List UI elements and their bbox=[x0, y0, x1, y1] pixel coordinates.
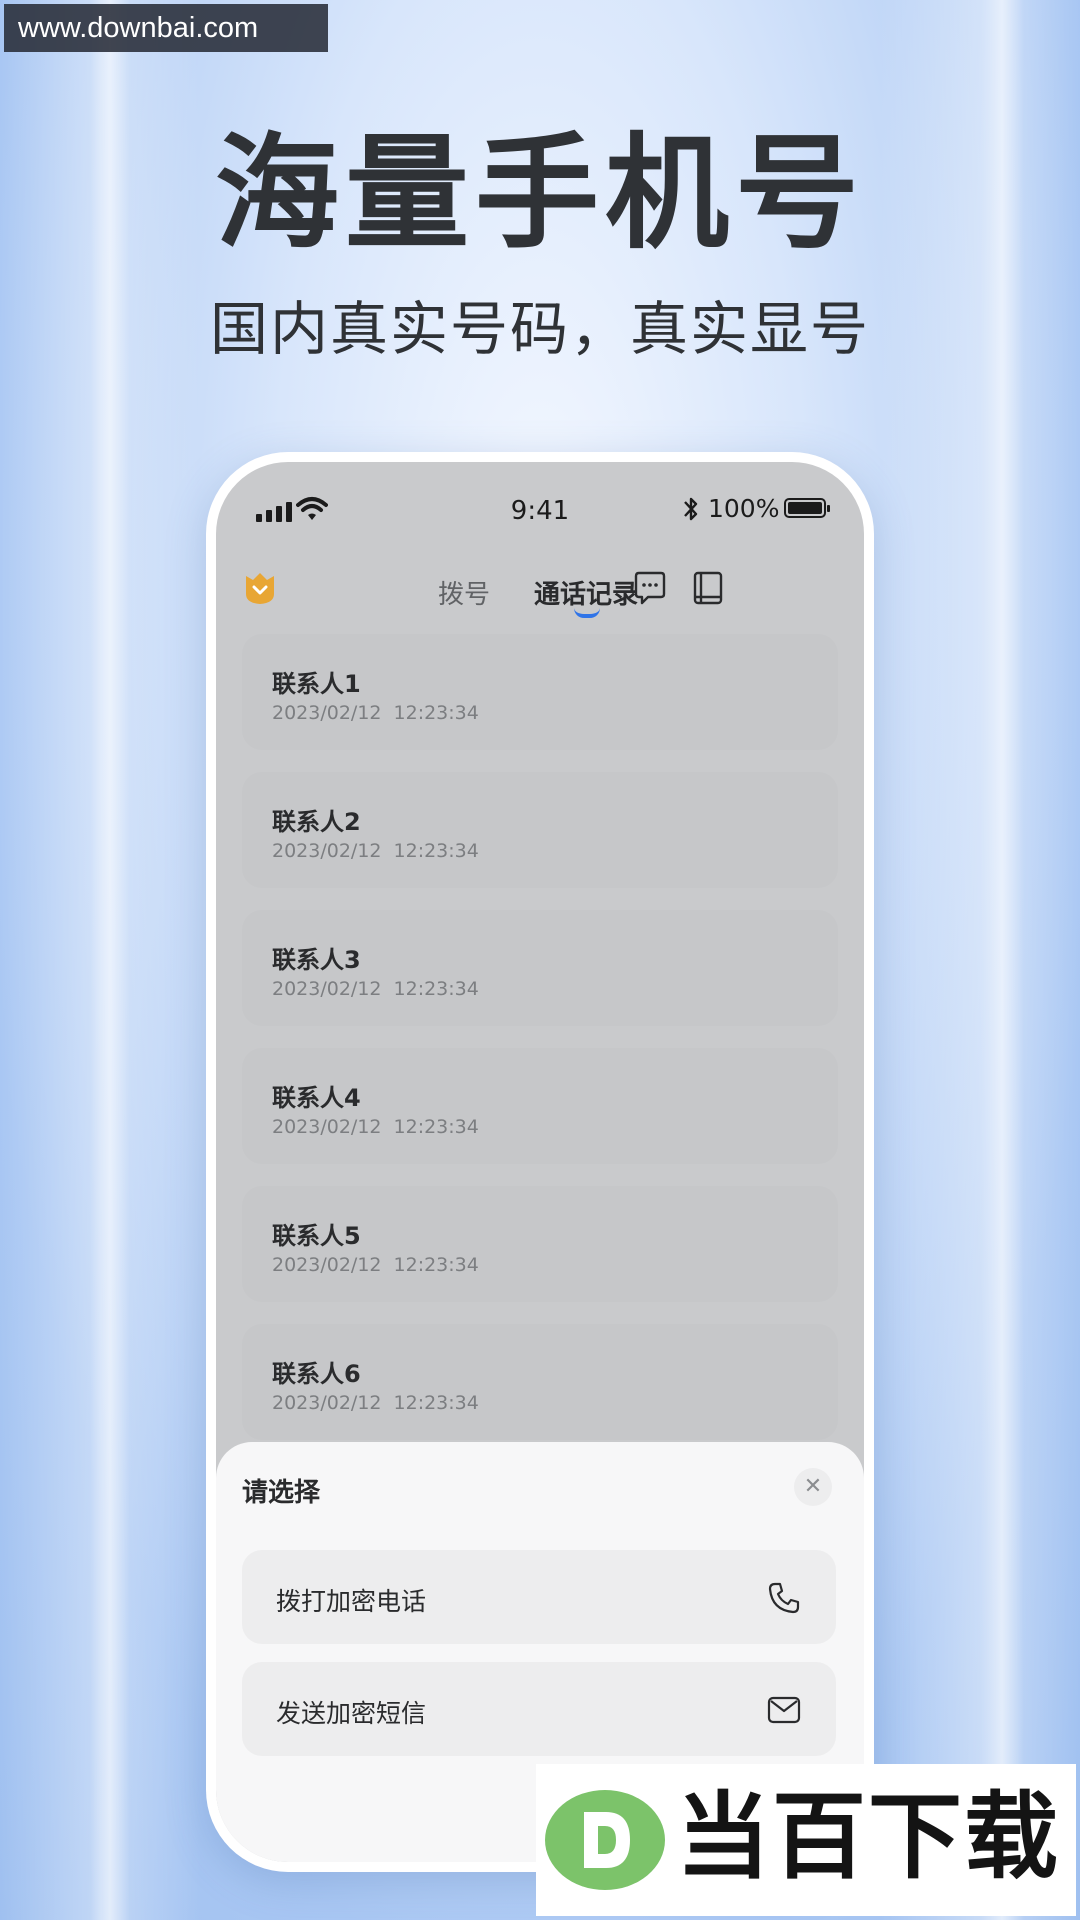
top-nav: 拨号 通话记录 bbox=[216, 562, 864, 642]
contact-name: 联系人2 bbox=[272, 808, 361, 836]
list-item[interactable]: 联系人6 2023/02/12 12:23:34 bbox=[242, 1324, 838, 1440]
call-timestamp: 2023/02/12 12:23:34 bbox=[272, 1116, 479, 1138]
battery-percent: 100% bbox=[708, 494, 780, 523]
option-label: 发送加密短信 bbox=[276, 1699, 427, 1728]
call-time: 12:23:34 bbox=[393, 1392, 479, 1414]
sheet-title: 请选择 bbox=[242, 1478, 321, 1508]
close-icon[interactable]: ✕ bbox=[794, 1468, 832, 1506]
headline: 海量手机号 bbox=[214, 122, 865, 266]
brand-name: 当百下载 bbox=[676, 1783, 1061, 1892]
call-timestamp: 2023/02/12 12:23:34 bbox=[272, 840, 479, 862]
shield-badge-icon[interactable] bbox=[242, 570, 278, 606]
call-date: 2023/02/12 bbox=[272, 840, 382, 862]
bluetooth-icon bbox=[684, 497, 698, 521]
call-timestamp: 2023/02/12 12:23:34 bbox=[272, 978, 479, 1000]
call-time: 12:23:34 bbox=[393, 978, 479, 1000]
call-date: 2023/02/12 bbox=[272, 1254, 382, 1276]
phone-icon bbox=[768, 1582, 800, 1614]
watermark-url: www.downbai.com bbox=[4, 4, 328, 52]
list-item[interactable]: 联系人2 2023/02/12 12:23:34 bbox=[242, 772, 838, 888]
list-item[interactable]: 联系人5 2023/02/12 12:23:34 bbox=[242, 1186, 838, 1302]
call-date: 2023/02/12 bbox=[272, 1116, 382, 1138]
subline: 国内真实号码，真实显号 bbox=[209, 295, 870, 363]
mail-icon bbox=[767, 1696, 801, 1724]
contacts-book-icon[interactable] bbox=[688, 568, 728, 608]
message-icon[interactable] bbox=[630, 568, 670, 608]
call-time: 12:23:34 bbox=[393, 840, 479, 862]
list-item[interactable]: 联系人4 2023/02/12 12:23:34 bbox=[242, 1048, 838, 1164]
call-time: 12:23:34 bbox=[393, 1116, 479, 1138]
tab-call-log[interactable]: 通话记录 bbox=[534, 574, 638, 611]
brand-watermark: 当百下载 bbox=[536, 1764, 1076, 1916]
call-timestamp: 2023/02/12 12:23:34 bbox=[272, 1254, 479, 1276]
call-date: 2023/02/12 bbox=[272, 1392, 382, 1414]
contact-name: 联系人3 bbox=[272, 946, 361, 974]
encrypted-call-option[interactable]: 拨打加密电话 bbox=[242, 1550, 836, 1644]
phone-mockup: 9:41 100% 拨号 通话记录 联系人1 2023/02/12 12:23:… bbox=[206, 452, 874, 1872]
status-bar: 9:41 100% bbox=[216, 462, 864, 542]
contact-name: 联系人1 bbox=[272, 670, 361, 698]
contact-name: 联系人5 bbox=[272, 1222, 361, 1250]
tab-dial[interactable]: 拨号 bbox=[438, 574, 490, 611]
phone-screen: 9:41 100% 拨号 通话记录 联系人1 2023/02/12 12:23:… bbox=[216, 462, 864, 1862]
list-item[interactable]: 联系人1 2023/02/12 12:23:34 bbox=[242, 634, 838, 750]
call-date: 2023/02/12 bbox=[272, 702, 382, 724]
encrypted-sms-option[interactable]: 发送加密短信 bbox=[242, 1662, 836, 1756]
active-tab-indicator bbox=[574, 608, 600, 618]
contact-name: 联系人4 bbox=[272, 1084, 361, 1112]
battery-icon bbox=[784, 498, 830, 518]
option-label: 拨打加密电话 bbox=[276, 1587, 427, 1616]
call-time: 12:23:34 bbox=[393, 1254, 479, 1276]
call-timestamp: 2023/02/12 12:23:34 bbox=[272, 1392, 479, 1414]
list-item[interactable]: 联系人3 2023/02/12 12:23:34 bbox=[242, 910, 838, 1026]
call-time: 12:23:34 bbox=[393, 702, 479, 724]
call-date: 2023/02/12 bbox=[272, 978, 382, 1000]
call-timestamp: 2023/02/12 12:23:34 bbox=[272, 702, 479, 724]
brand-logo-icon bbox=[545, 1790, 665, 1890]
contact-name: 联系人6 bbox=[272, 1360, 361, 1388]
